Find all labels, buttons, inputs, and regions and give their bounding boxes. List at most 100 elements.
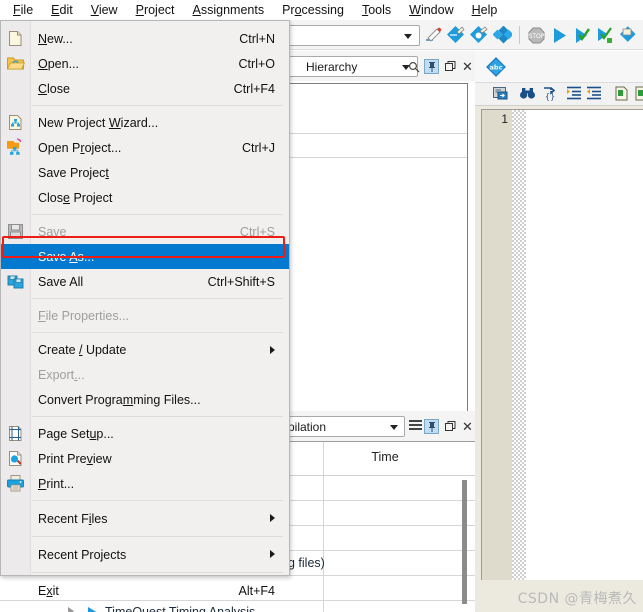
insert-file-icon[interactable] [633, 85, 643, 104]
menu-item-accel: Ctrl+J [242, 140, 275, 155]
menu-item-close-project[interactable]: Close Project [1, 185, 289, 210]
menu-tools[interactable]: Tools [353, 1, 400, 20]
editor-fold-margin [512, 110, 526, 580]
menu-help[interactable]: Help [463, 1, 507, 20]
menu-item-label: Close [38, 81, 70, 96]
run-task-icon[interactable] [88, 607, 98, 612]
editor-gutter: 1 [482, 110, 512, 580]
menu-item-label: Open... [38, 56, 80, 71]
menu-item-label: Recent Files [38, 511, 108, 526]
editor-text-area[interactable]: 1 [481, 109, 643, 580]
expander-arrow-icon[interactable] [68, 607, 74, 612]
menu-item-file-properties: File Properties... [1, 303, 289, 328]
check-flag-icon[interactable] [573, 26, 592, 45]
find-replace-icon[interactable] [492, 85, 509, 104]
save-disk-icon [6, 222, 25, 241]
edit-pencil-icon[interactable] [424, 26, 443, 45]
insert-template-icon[interactable] [613, 85, 630, 104]
editor-tabstrip[interactable]: abc [475, 51, 643, 83]
hierarchy-combo-label: Hierarchy [306, 59, 358, 74]
restore-icon[interactable] [443, 419, 458, 434]
editor-pane: abc {} 1 [475, 51, 643, 612]
compile-info-icon[interactable] [470, 25, 489, 45]
menu-item-label: New... [38, 31, 73, 46]
restore-icon[interactable] [443, 59, 458, 74]
project-navigator-panel-header: Hierarchy ✕ [283, 51, 475, 81]
menu-item-close[interactable]: Close Ctrl+F4 [1, 76, 289, 101]
menu-item-print-preview[interactable]: Print Preview [1, 446, 289, 471]
menu-item-label: Save Project [38, 165, 109, 180]
menu-item-print[interactable]: Print... [1, 471, 289, 496]
new-file-icon [6, 29, 25, 48]
top-toolbar-icons: STOP [424, 24, 638, 46]
svg-text:abc: abc [490, 64, 503, 72]
line-number: 1 [501, 112, 508, 126]
file-menu-dropdown[interactable]: New... Ctrl+N Open... Ctrl+O Close Ctrl+… [0, 20, 290, 598]
menu-item-save-project[interactable]: Save Project [1, 160, 289, 185]
start-play-icon[interactable] [550, 26, 569, 45]
increase-indent-icon[interactable] [566, 85, 583, 104]
check-flag-green-icon[interactable] [596, 26, 615, 45]
project-navigator-body[interactable] [284, 83, 468, 422]
menu-edit[interactable]: Edit [42, 1, 82, 20]
menu-item-label: Create / Update [38, 342, 127, 357]
menu-item-convert-programming-files[interactable]: Convert Programming Files... [1, 387, 289, 412]
menu-item-label: Page Setup... [38, 426, 114, 441]
close-icon[interactable]: ✕ [460, 59, 475, 74]
menu-view[interactable]: View [82, 1, 127, 20]
menu-item-open[interactable]: Open... Ctrl+O [1, 51, 289, 76]
menu-file[interactable]: File [4, 0, 43, 20]
menu-bar: File Edit View Project Assignments Proce… [0, 0, 643, 20]
menu-item-label: New Project Wizard... [38, 115, 159, 130]
menu-item-label: Convert Programming Files... [38, 392, 201, 407]
menu-item-label: Open Project... [38, 140, 122, 155]
menu-item-label: Save As... [38, 249, 95, 264]
menu-item-accel: Ctrl+F4 [233, 81, 275, 96]
goto-line-icon[interactable]: {} [539, 85, 556, 104]
nav-row [285, 84, 467, 110]
programmer-icon[interactable] [619, 25, 638, 45]
menu-item-label: File Properties... [38, 308, 130, 323]
menu-window[interactable]: Window [400, 1, 462, 20]
menu-project[interactable]: Project [127, 1, 184, 20]
printer-icon [6, 474, 25, 493]
pin-icon[interactable] [424, 59, 439, 74]
menu-item-exit[interactable]: Exit Alt+F4 [1, 577, 289, 604]
submenu-arrow-icon [270, 550, 275, 558]
close-icon[interactable]: ✕ [460, 419, 475, 434]
editor-toolbar: {} [475, 83, 643, 106]
menu-item-new-project-wizard[interactable]: New Project Wizard... [1, 110, 289, 135]
menu-item-save-as[interactable]: Save As... [1, 244, 289, 269]
menu-item-new[interactable]: New... Ctrl+N [1, 26, 289, 51]
task-label: g files) [288, 556, 325, 570]
menu-item-create-update[interactable]: Create / Update [1, 337, 289, 362]
menu-item-open-project[interactable]: Open Project... Ctrl+J [1, 135, 289, 160]
menu-item-save-all[interactable]: Save All Ctrl+Shift+S [1, 269, 289, 294]
nav-row [285, 110, 467, 134]
menu-separator [32, 298, 283, 299]
menu-item-page-setup[interactable]: Page Setup... [1, 421, 289, 446]
menu-assignments[interactable]: Assignments [184, 1, 274, 20]
hierarchy-combo[interactable]: Hierarchy [287, 56, 418, 77]
menu-item-recent-projects[interactable]: Recent Projects [1, 541, 289, 568]
search-icon[interactable] [406, 59, 421, 74]
quartus-main-window: STOP Hierarchy ✕ pilation ✕ Time g files… [0, 0, 643, 612]
compilation-combo[interactable]: pilation [283, 416, 405, 437]
pin-icon[interactable] [424, 419, 439, 434]
chevron-down-icon [404, 34, 412, 39]
toolbar-separator [519, 26, 520, 44]
svg-text:STOP: STOP [529, 33, 545, 40]
menu-item-recent-files[interactable]: Recent Files [1, 505, 289, 532]
decrease-indent-icon[interactable] [586, 85, 603, 104]
abc-text-file-icon[interactable]: abc [486, 57, 506, 82]
menu-item-accel: Ctrl+N [239, 31, 275, 46]
vertical-scrollbar[interactable] [462, 480, 467, 604]
submenu-arrow-icon [270, 514, 275, 522]
stop-icon[interactable]: STOP [527, 26, 546, 45]
menu-processing[interactable]: Processing [273, 1, 353, 20]
analysis-synthesis-icon[interactable] [447, 25, 466, 45]
device-combo[interactable] [287, 25, 420, 46]
start-compilation-icon[interactable] [492, 25, 514, 45]
menu-icon[interactable] [409, 420, 422, 432]
binoculars-find-icon[interactable] [519, 85, 536, 104]
